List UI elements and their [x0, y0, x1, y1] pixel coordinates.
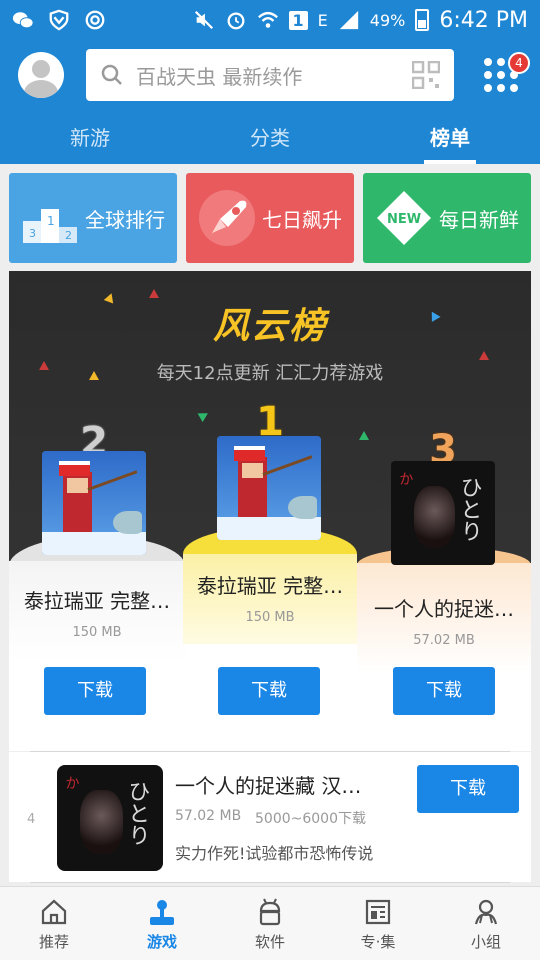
new-badge-icon: NEW [377, 191, 431, 245]
alarm-icon [227, 12, 245, 30]
game-size: 57.02 MB [413, 633, 475, 648]
download-button[interactable]: 下载 [44, 667, 146, 715]
nav-label: 软件 [254, 933, 285, 951]
game-name[interactable]: 泰拉瑞亚 完整… [187, 570, 353, 599]
svg-text:2: 2 [65, 229, 72, 242]
download-count: 5000~6000下载 [255, 811, 366, 827]
category-label: 七日飙升 [262, 207, 342, 232]
tab-rankings[interactable]: 榜单 [360, 116, 540, 164]
battery-icon [415, 9, 430, 31]
game-name[interactable]: 一个人的捉迷藏 汉… [175, 770, 405, 799]
podium-rank-1: 1 泰拉瑞亚 完整… 150 MB 下载 [183, 271, 359, 751]
download-button[interactable]: 下载 [393, 667, 495, 715]
horror-game-icon[interactable]: ひとりか [391, 461, 495, 565]
bottom-nav: 推荐 游戏 软件 专·集 小组 [0, 886, 540, 960]
joystick-icon [150, 900, 174, 925]
nav-collections[interactable]: 专·集 [324, 887, 432, 960]
android-icon [259, 898, 281, 926]
mute-icon [194, 10, 213, 30]
category-weekly-rising[interactable]: 七日飙升 [186, 173, 354, 263]
search-icon [101, 64, 122, 85]
tab-categories[interactable]: 分类 [180, 116, 360, 164]
list-item[interactable]: 4 ひとりか 一个人的捉迷藏 汉… 57.02 MB 5000~6000下载 实… [9, 752, 531, 882]
notification-badge: 4 [508, 52, 530, 74]
category-label: 每日新鲜 [439, 207, 519, 232]
game-description: 实力作死!试验都市恐怖传说 [175, 844, 374, 863]
leaderboard-panel: 风云榜 每天12点更新 汇汇力荐游戏 2 泰拉瑞亚 完整… 150 MB 下载 … [9, 271, 531, 751]
category-daily-fresh[interactable]: NEW 每日新鲜 [363, 173, 531, 263]
sim-indicator: 1 [288, 10, 308, 30]
nav-label: 小组 [470, 933, 501, 951]
list-rank: 4 [27, 812, 36, 827]
horror-game-icon[interactable]: ひとりか [57, 765, 163, 871]
wifi-icon [257, 11, 278, 28]
download-button[interactable]: 下载 [218, 667, 320, 715]
signal-icon [339, 10, 358, 30]
nav-label: 推荐 [38, 933, 69, 951]
svg-text:NEW: NEW [387, 212, 421, 227]
app-header: 百战天虫 最新续作 4 新游 分类 榜单 [0, 40, 540, 164]
tab-new-games[interactable]: 新游 [0, 116, 180, 164]
podium-rank-2: 2 泰拉瑞亚 完整… 150 MB 下载 [9, 271, 185, 751]
game-name[interactable]: 泰拉瑞亚 完整… [13, 585, 181, 614]
game-size: 150 MB [245, 610, 295, 625]
rocket-icon [199, 190, 255, 246]
nav-software[interactable]: 软件 [216, 887, 324, 960]
terraria-game-icon[interactable] [42, 451, 146, 555]
game-size: 57.02 MB [175, 808, 242, 824]
battery-percent: 49% [369, 10, 406, 30]
download-button[interactable]: 下载 [417, 765, 519, 813]
category-global-ranking[interactable]: 1 3 2 全球排行 [9, 173, 177, 263]
game-name[interactable]: 一个人的捉迷… [361, 593, 527, 622]
nav-recommend[interactable]: 推荐 [0, 887, 108, 960]
search-input[interactable]: 百战天虫 最新续作 [136, 61, 412, 90]
home-icon [41, 899, 67, 925]
nav-label: 专·集 [360, 933, 396, 951]
list-divider [30, 882, 510, 883]
shield-icon [49, 9, 69, 31]
settings-ring-icon [85, 10, 105, 30]
svg-text:1: 1 [47, 214, 55, 228]
category-cards: 1 3 2 全球排行 七日飙升 NEW 每日新鲜 [9, 173, 531, 263]
category-label: 全球排行 [85, 207, 165, 232]
group-icon [474, 899, 498, 925]
status-bar: 1 E 49% 6:42 PM [0, 0, 540, 40]
wechat-icon [12, 12, 34, 29]
top-tabs: 新游 分类 榜单 [0, 116, 540, 164]
podium-rank-3: 3 ひとりか 一个人的捉迷… 57.02 MB 下载 [357, 271, 531, 751]
nav-games[interactable]: 游戏 [108, 887, 216, 960]
podium-icon: 1 3 2 [23, 209, 77, 243]
svg-text:3: 3 [29, 227, 36, 240]
collection-icon [365, 899, 391, 925]
nav-label: 游戏 [146, 933, 177, 951]
nav-groups[interactable]: 小组 [432, 887, 540, 960]
terraria-game-icon[interactable] [217, 436, 321, 540]
network-type: E [317, 10, 328, 30]
avatar[interactable] [18, 52, 64, 98]
search-bar[interactable]: 百战天虫 最新续作 [86, 49, 454, 101]
qr-scan-icon[interactable] [412, 61, 440, 89]
game-size: 150 MB [72, 625, 122, 640]
clock: 6:42 PM [439, 7, 528, 33]
